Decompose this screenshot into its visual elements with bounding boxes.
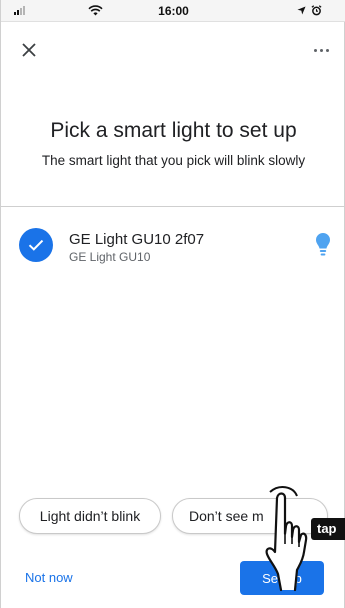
device-name: GE Light GU10 2f07 [69, 231, 205, 248]
status-right-icons [297, 5, 322, 16]
app-screen: 16:00 Pick a smart light to set up The s… [0, 0, 345, 608]
location-arrow-icon [297, 6, 306, 15]
app-bar [1, 22, 345, 78]
divider [1, 206, 345, 207]
more-horizontal-icon [313, 48, 317, 52]
device-type: GE Light GU10 [69, 250, 151, 264]
light-didnt-blink-button[interactable]: Light didn’t blink [19, 498, 161, 534]
close-icon [22, 43, 36, 57]
not-now-button[interactable]: Not now [25, 570, 73, 585]
lightbulb-icon [316, 233, 330, 256]
device-list-item[interactable]: GE Light GU10 2f07 GE Light GU10 [1, 218, 345, 278]
close-button[interactable] [15, 36, 43, 64]
page-title: Pick a smart light to set up [50, 119, 297, 142]
alarm-icon [311, 5, 322, 16]
status-bar: 16:00 [1, 0, 345, 22]
status-time: 16:00 [158, 4, 189, 18]
more-options-button[interactable] [307, 36, 335, 64]
pointing-hand-icon [265, 486, 308, 592]
selected-check-icon[interactable] [19, 228, 53, 262]
page-subtitle: The smart light that you pick will blink… [41, 153, 306, 168]
